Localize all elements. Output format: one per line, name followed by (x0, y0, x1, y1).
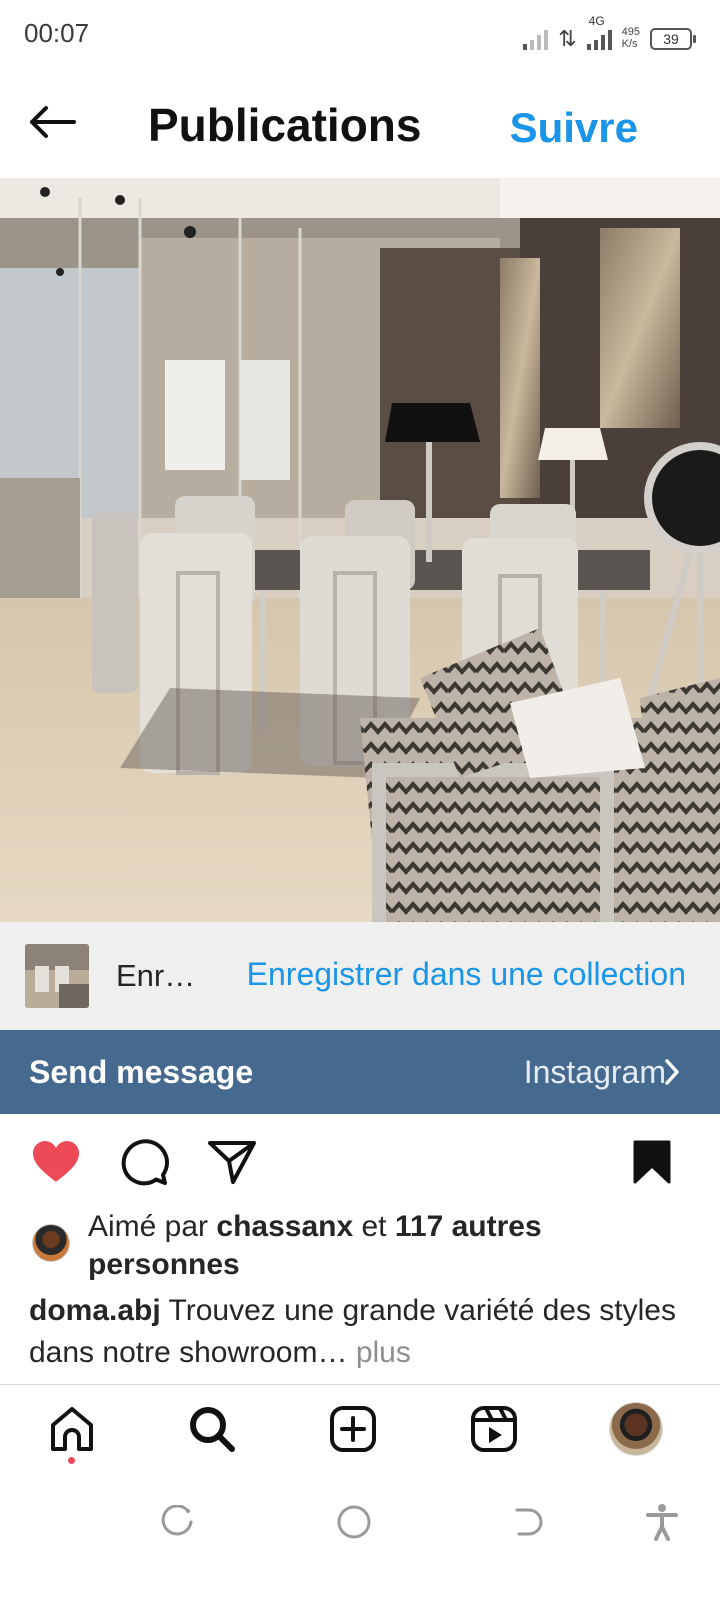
likes-text[interactable]: Aimé par chassanx et 117 autres personne… (88, 1208, 648, 1284)
send-message-bar[interactable]: Send message Instagram (0, 1030, 720, 1114)
recents-icon (161, 1505, 193, 1536)
circle-home-icon (337, 1505, 371, 1539)
save-to-collection-link[interactable]: Enregistrer dans une collection (247, 956, 686, 993)
like-button[interactable] (30, 1136, 82, 1188)
follow-button[interactable]: Suivre (510, 104, 638, 152)
nav-home[interactable] (44, 1401, 100, 1457)
page-title: Publications (148, 99, 422, 151)
signal-sim1-icon (523, 28, 549, 50)
comment-button[interactable] (118, 1136, 170, 1188)
signal-sim2-icon: 4G (586, 14, 612, 50)
create-icon (330, 1406, 376, 1452)
reels-icon (471, 1406, 517, 1452)
back-button[interactable] (28, 98, 84, 146)
status-time: 00:07 (24, 18, 90, 48)
nav-profile[interactable] (608, 1401, 664, 1457)
network-speed: 495 K/s (622, 26, 640, 50)
speed-unit: K/s (621, 38, 638, 50)
chevron-right-icon (665, 1059, 679, 1085)
caption-username[interactable]: doma.abj (29, 1294, 161, 1327)
nav-search[interactable] (184, 1401, 240, 1457)
header: Publications Suivre (0, 68, 720, 178)
saved-label: Enr… (116, 958, 196, 993)
back-system-button[interactable] (508, 1502, 548, 1542)
accessibility-icon (646, 1504, 678, 1541)
system-nav-bar (0, 1474, 720, 1600)
home-notification-dot (68, 1457, 75, 1464)
post-actions (0, 1114, 720, 1214)
accessibility-button[interactable] (642, 1502, 682, 1542)
recents-button[interactable] (158, 1502, 198, 1542)
comment-icon (121, 1139, 169, 1186)
bookmark-filled-icon (633, 1140, 671, 1184)
status-bar: 00:07 ⇅ 4G 495 K/s 39 (0, 0, 720, 68)
share-button[interactable] (206, 1136, 258, 1188)
battery-level: 39 (663, 31, 679, 47)
send-icon (208, 1141, 256, 1184)
back-gesture-icon (515, 1508, 543, 1536)
likes-middle: et (353, 1210, 395, 1243)
post-thumbnail (25, 944, 89, 1008)
save-collection-bar: Enr… Enregistrer dans une collection (0, 922, 720, 1030)
status-icons: ⇅ 4G 495 K/s 39 (523, 14, 696, 51)
battery-icon: 39 (650, 28, 696, 50)
post-caption: doma.abj Trouvez une grande variété des … (29, 1290, 679, 1374)
home-icon (51, 1407, 93, 1451)
send-source-label: Instagram (523, 1054, 666, 1090)
data-transfer-icon: ⇅ (558, 26, 577, 51)
search-icon (190, 1407, 235, 1452)
nav-reels[interactable] (466, 1401, 522, 1457)
bottom-nav (0, 1384, 720, 1474)
liker-avatar[interactable] (32, 1224, 70, 1262)
showroom-photo (0, 178, 720, 922)
home-system-button[interactable] (334, 1502, 374, 1542)
liker-username[interactable]: chassanx (216, 1210, 353, 1243)
speed-value: 495 (621, 26, 640, 38)
network-type: 4G (588, 14, 605, 28)
post-image[interactable] (0, 178, 720, 922)
save-button[interactable] (626, 1136, 678, 1188)
send-message-label: Send message (29, 1054, 254, 1090)
profile-avatar (609, 1402, 663, 1456)
heart-filled-icon (33, 1141, 79, 1182)
nav-create[interactable] (325, 1401, 381, 1457)
caption-more-link[interactable]: plus (348, 1336, 411, 1369)
likes-prefix: Aimé par (88, 1210, 217, 1243)
arrow-left-icon (30, 106, 76, 138)
